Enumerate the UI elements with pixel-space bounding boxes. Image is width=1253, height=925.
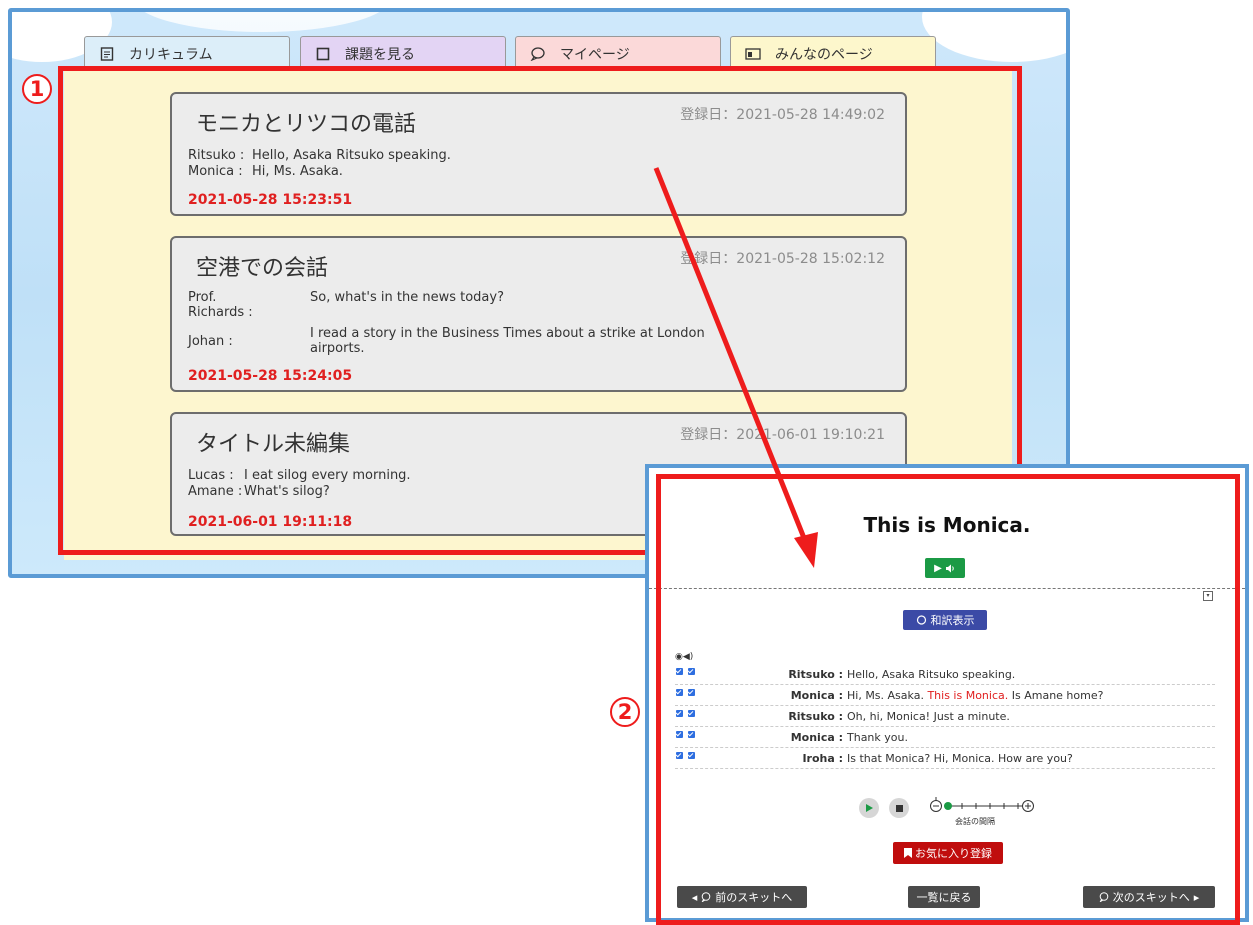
connector-arrow bbox=[653, 167, 818, 568]
